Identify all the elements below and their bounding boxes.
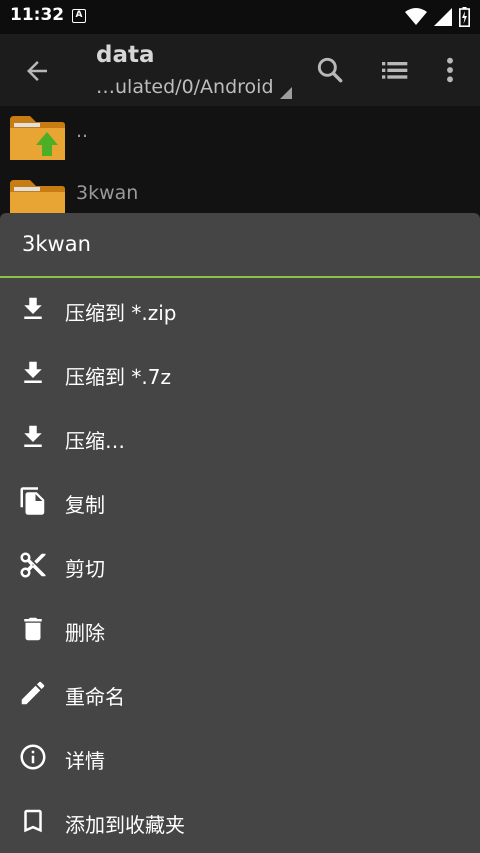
context-menu-title: 3kwan [22, 232, 91, 256]
list-item[interactable]: .. [0, 108, 480, 166]
pencil-icon [21, 681, 45, 705]
menu-item-label: 添加到收藏夹 [65, 813, 185, 837]
menu-item-label: 剪切 [65, 557, 105, 581]
download-icon [24, 297, 42, 319]
app-bar: data …ulated/0/Android [0, 34, 480, 106]
download-icon [24, 361, 42, 383]
menu-item-delete[interactable]: 删除 [0, 598, 480, 662]
file-name: .. [76, 120, 89, 142]
scissors-icon [20, 552, 46, 578]
file-name: 3kwan [76, 182, 139, 204]
list-view-icon[interactable] [378, 54, 410, 86]
path-dropdown-icon[interactable] [280, 87, 292, 99]
path-subtitle[interactable]: …ulated/0/Android [96, 76, 274, 98]
notification-a-icon: A [72, 9, 86, 23]
signal-icon [434, 8, 452, 26]
context-menu-sheet: 3kwan 压缩到 *.zip 压缩到 *.7z 压缩… 复制 剪切 删除 重命… [0, 213, 480, 853]
menu-item-label: 重命名 [65, 685, 125, 709]
folder-up-icon [10, 116, 65, 160]
more-options-icon[interactable] [434, 54, 466, 86]
search-icon[interactable] [314, 54, 346, 86]
status-time: 11:32 [10, 5, 65, 25]
menu-item-rename[interactable]: 重命名 [0, 662, 480, 726]
menu-item-details[interactable]: 详情 [0, 726, 480, 790]
copy-icon [20, 487, 45, 515]
menu-item-label: 压缩到 *.zip [65, 301, 177, 325]
menu-item-compress-7z[interactable]: 压缩到 *.7z [0, 342, 480, 406]
wifi-icon [405, 8, 427, 25]
menu-item-cut[interactable]: 剪切 [0, 534, 480, 598]
page-title: data [96, 42, 155, 68]
menu-item-add-favorites[interactable]: 添加到收藏夹 [0, 790, 480, 853]
menu-item-label: 详情 [65, 749, 105, 773]
menu-item-label: 压缩… [65, 429, 125, 453]
status-bar: 11:32 A [0, 0, 480, 34]
battery-icon [459, 7, 470, 27]
bookmark-icon [24, 809, 42, 833]
file-list: .. 3kwan [0, 106, 480, 224]
back-arrow-icon[interactable] [22, 56, 52, 86]
status-icons [405, 7, 470, 27]
download-icon [24, 425, 42, 447]
menu-item-label: 删除 [65, 621, 105, 645]
trash-icon [24, 617, 42, 641]
info-icon [20, 744, 46, 770]
menu-item-label: 压缩到 *.7z [65, 365, 171, 389]
menu-item-copy[interactable]: 复制 [0, 470, 480, 534]
menu-item-compress[interactable]: 压缩… [0, 406, 480, 470]
menu-item-compress-zip[interactable]: 压缩到 *.zip [0, 278, 480, 342]
menu-item-label: 复制 [65, 493, 105, 517]
